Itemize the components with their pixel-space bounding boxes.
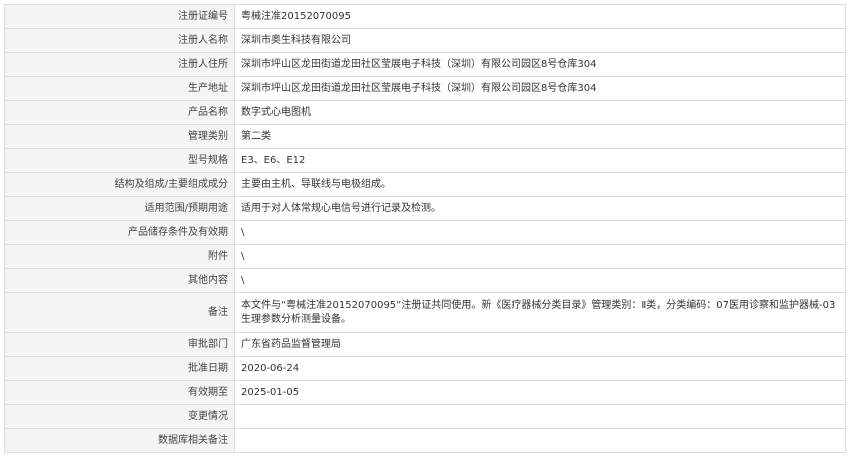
row-structure-composition: 结构及组成/主要组成成分 主要由主机、导联线与电极组成。 bbox=[4, 172, 846, 197]
field-value: \ bbox=[234, 268, 846, 293]
field-value: 2025-01-05 bbox=[234, 380, 846, 405]
field-value: 第二类 bbox=[234, 124, 846, 149]
row-product-name: 产品名称 数字式心电图机 bbox=[4, 100, 846, 125]
row-database-remarks: 数据库相关备注 bbox=[4, 428, 846, 453]
field-value: 广东省药品监督管理局 bbox=[234, 332, 846, 357]
field-label: 结构及组成/主要组成成分 bbox=[4, 172, 235, 197]
field-value: 粤械注准20152070095 bbox=[234, 4, 846, 29]
field-label: 生产地址 bbox=[4, 76, 235, 101]
field-label: 备注 bbox=[4, 292, 235, 333]
field-label: 管理类别 bbox=[4, 124, 235, 149]
row-storage-validity: 产品储存条件及有效期 \ bbox=[4, 220, 846, 245]
field-label: 注册人住所 bbox=[4, 52, 235, 77]
row-remarks: 备注 本文件与“粤械注准20152070095”注册证共同使用。新《医疗器械分类… bbox=[4, 292, 846, 333]
field-label: 适用范围/预期用途 bbox=[4, 196, 235, 221]
field-label: 审批部门 bbox=[4, 332, 235, 357]
row-intended-use: 适用范围/预期用途 适用于对人体常规心电信号进行记录及检测。 bbox=[4, 196, 846, 221]
row-production-address: 生产地址 深圳市坪山区龙田街道龙田社区莹展电子科技（深圳）有限公司园区8号仓库3… bbox=[4, 76, 846, 101]
field-label: 产品储存条件及有效期 bbox=[4, 220, 235, 245]
row-registrant-address: 注册人住所 深圳市坪山区龙田街道龙田社区莹展电子科技（深圳）有限公司园区8号仓库… bbox=[4, 52, 846, 77]
field-label: 型号规格 bbox=[4, 148, 235, 173]
field-label: 附件 bbox=[4, 244, 235, 269]
row-registration-number: 注册证编号 粤械注准20152070095 bbox=[4, 4, 846, 29]
field-value: 深圳市坪山区龙田街道龙田社区莹展电子科技（深圳）有限公司园区8号仓库304 bbox=[234, 52, 846, 77]
field-value: 数字式心电图机 bbox=[234, 100, 846, 125]
row-change-history: 变更情况 bbox=[4, 404, 846, 429]
field-value: E3、E6、E12 bbox=[234, 148, 846, 173]
field-value: 2020-06-24 bbox=[234, 356, 846, 381]
field-label: 批准日期 bbox=[4, 356, 235, 381]
field-value: \ bbox=[234, 244, 846, 269]
field-label: 变更情况 bbox=[4, 404, 235, 429]
field-label: 其他内容 bbox=[4, 268, 235, 293]
row-model-spec: 型号规格 E3、E6、E12 bbox=[4, 148, 846, 173]
field-label: 注册人名称 bbox=[4, 28, 235, 53]
field-label: 有效期至 bbox=[4, 380, 235, 405]
row-other-content: 其他内容 \ bbox=[4, 268, 846, 293]
field-value: 深圳市奥生科技有限公司 bbox=[234, 28, 846, 53]
row-management-category: 管理类别 第二类 bbox=[4, 124, 846, 149]
row-registrant-name: 注册人名称 深圳市奥生科技有限公司 bbox=[4, 28, 846, 53]
row-attachments: 附件 \ bbox=[4, 244, 846, 269]
field-label: 产品名称 bbox=[4, 100, 235, 125]
field-value: 适用于对人体常规心电信号进行记录及检测。 bbox=[234, 196, 846, 221]
field-value: 主要由主机、导联线与电极组成。 bbox=[234, 172, 846, 197]
field-value: 本文件与“粤械注准20152070095”注册证共同使用。新《医疗器械分类目录》… bbox=[234, 292, 846, 333]
row-approval-department: 审批部门 广东省药品监督管理局 bbox=[4, 332, 846, 357]
registration-info-table: 注册证编号 粤械注准20152070095 注册人名称 深圳市奥生科技有限公司 … bbox=[4, 4, 846, 453]
field-value bbox=[234, 404, 846, 429]
field-value: 深圳市坪山区龙田街道龙田社区莹展电子科技（深圳）有限公司园区8号仓库304 bbox=[234, 76, 846, 101]
row-approval-date: 批准日期 2020-06-24 bbox=[4, 356, 846, 381]
row-valid-until: 有效期至 2025-01-05 bbox=[4, 380, 846, 405]
field-label: 数据库相关备注 bbox=[4, 428, 235, 453]
field-value bbox=[234, 428, 846, 453]
field-value: \ bbox=[234, 220, 846, 245]
field-label: 注册证编号 bbox=[4, 4, 235, 29]
